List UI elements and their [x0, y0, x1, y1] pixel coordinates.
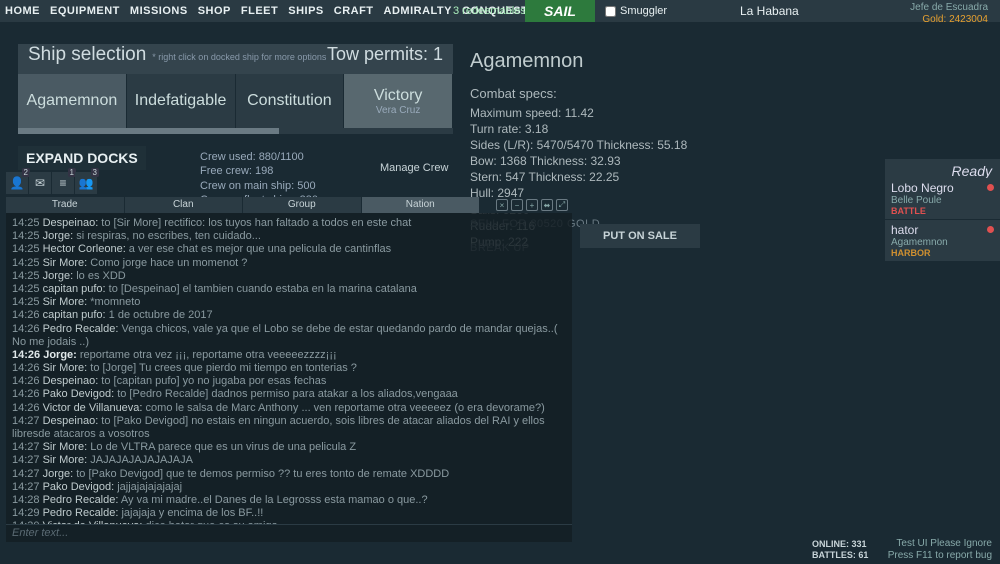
chat-tab-nation[interactable]: Nation: [362, 197, 481, 213]
chat-tab-trade[interactable]: Trade: [6, 197, 125, 213]
chat-line: 14:25 capitan pufo: to [Despeinao] el ta…: [12, 283, 566, 296]
chat-line: 14:26 Pako Devigod: to [Pedro Recalde] d…: [12, 388, 566, 401]
player-rank: Jefe de Escuadra: [910, 2, 988, 13]
chat-line: 14:26 Despeinao: to [capitan pufo] yo no…: [12, 375, 566, 388]
put-on-sale-button[interactable]: PUT ON SALE: [580, 224, 700, 248]
tow-permits: Tow permits: 1: [327, 44, 443, 65]
chat-line: 14:27 Despeinao: to [Pako Devigod] no es…: [12, 415, 566, 441]
ship-slot-victory[interactable]: VictoryVera Cruz: [344, 74, 453, 128]
chat-control-icon[interactable]: −: [511, 199, 523, 211]
chat-line: 14:27 Sir More: JAJAJAJAJAJAJAJA: [12, 454, 566, 467]
footer-text: Test UI Please Ignore Press F11 to repor…: [888, 538, 992, 562]
toolbar-icon-3[interactable]: 👥3: [75, 172, 97, 194]
chat-control-icon[interactable]: +: [526, 199, 538, 211]
chat-line: 14:26 Victor de Villanueva: como le sals…: [12, 402, 566, 415]
nav-equipment[interactable]: EQUIPMENT: [45, 5, 125, 17]
chat-line: 14:25 Jorge: lo es XDD: [12, 270, 566, 283]
smuggler-toggle[interactable]: Smuggler: [605, 5, 667, 17]
nav-missions[interactable]: MISSIONS: [125, 5, 193, 17]
toolbar-icon-1[interactable]: ✉: [29, 172, 51, 194]
manage-crew-button[interactable]: Manage Crew: [380, 162, 448, 174]
chat-line: 14:25 Jorge: si respiras, no escribes, t…: [12, 230, 566, 243]
chat-control-icon[interactable]: ⤢: [556, 199, 568, 211]
expand-docks-button[interactable]: EXPAND DOCKS: [18, 146, 146, 170]
ship-slot-constitution[interactable]: Constitution: [236, 74, 345, 128]
server-stats: ONLINE: 331 BATTLES: 61: [812, 539, 868, 562]
ship-selection-header: Ship selection * right click on docked s…: [18, 44, 453, 74]
chat-line: 14:27 Jorge: to [Pako Devigod] que te de…: [12, 468, 566, 481]
chat-line: 14:26 Jorge: reportame otra vez ¡¡¡, rep…: [12, 349, 566, 362]
chat-tab-clan[interactable]: Clan: [125, 197, 244, 213]
toolbar-icon-2[interactable]: ≡1: [52, 172, 74, 194]
chat-window: TradeClanGroupNation ×−+⬌⤢ 14:25 Despeina…: [6, 197, 572, 542]
chat-control-icon[interactable]: ⬌: [541, 199, 553, 211]
gold-display: Gold: 2423004: [922, 14, 988, 25]
smuggler-checkbox[interactable]: [605, 6, 616, 17]
chat-line: 14:25 Hector Corleone: a ver ese chat es…: [12, 243, 566, 256]
chat-line: 14:28 Pedro Recalde: Ay va mi madre..el …: [12, 494, 566, 507]
chat-input[interactable]: Enter text...: [6, 524, 572, 542]
nav-home[interactable]: HOME: [0, 5, 45, 17]
chat-tab-group[interactable]: Group: [243, 197, 362, 213]
toolbar-icon-0[interactable]: 👤2: [6, 172, 28, 194]
chat-line: 14:25 Despeinao: to [Sir More] rectifico…: [12, 217, 566, 230]
chat-line: 14:25 Sir More: *momneto: [12, 296, 566, 309]
nav-craft[interactable]: CRAFT: [329, 5, 379, 17]
redeemables-count[interactable]: 3 redeemables: [445, 2, 534, 20]
chat-line: 14:29 Pedro Recalde: jajajaja y encima d…: [12, 507, 566, 520]
nav-fleet[interactable]: FLEET: [236, 5, 283, 17]
chat-line: 14:27 Sir More: Lo de VLTRA parece que e…: [12, 441, 566, 454]
ship-scrollbar[interactable]: [18, 128, 453, 134]
fleet-entry[interactable]: Lobo NegroBelle PouleBATTLE: [885, 178, 1000, 220]
ship-slot-agamemnon[interactable]: Agamemnon: [18, 74, 127, 128]
chat-control-icon[interactable]: ×: [496, 199, 508, 211]
nav-ships[interactable]: SHIPS: [283, 5, 329, 17]
fleet-entry[interactable]: hatorAgamemnonHARBOR: [885, 220, 1000, 262]
sail-button[interactable]: SAIL: [525, 0, 595, 22]
port-name: La Habana: [740, 4, 799, 18]
chat-line: 14:26 capitan pufo: 1 de octubre de 2017: [12, 309, 566, 322]
chat-line: 14:27 Pako Devigod: jajjajajajajajaj: [12, 481, 566, 494]
chat-line: 14:25 Sir More: Como jorge hace un momen…: [12, 257, 566, 270]
chat-line: 14:26 Sir More: to [Jorge] Tu crees que …: [12, 362, 566, 375]
smuggler-label: Smuggler: [620, 5, 667, 17]
ship-slot-indefatigable[interactable]: Indefatigable: [127, 74, 236, 128]
chat-line: 14:26 Pedro Recalde: Venga chicos, vale …: [12, 323, 566, 349]
nav-shop[interactable]: SHOP: [193, 5, 236, 17]
